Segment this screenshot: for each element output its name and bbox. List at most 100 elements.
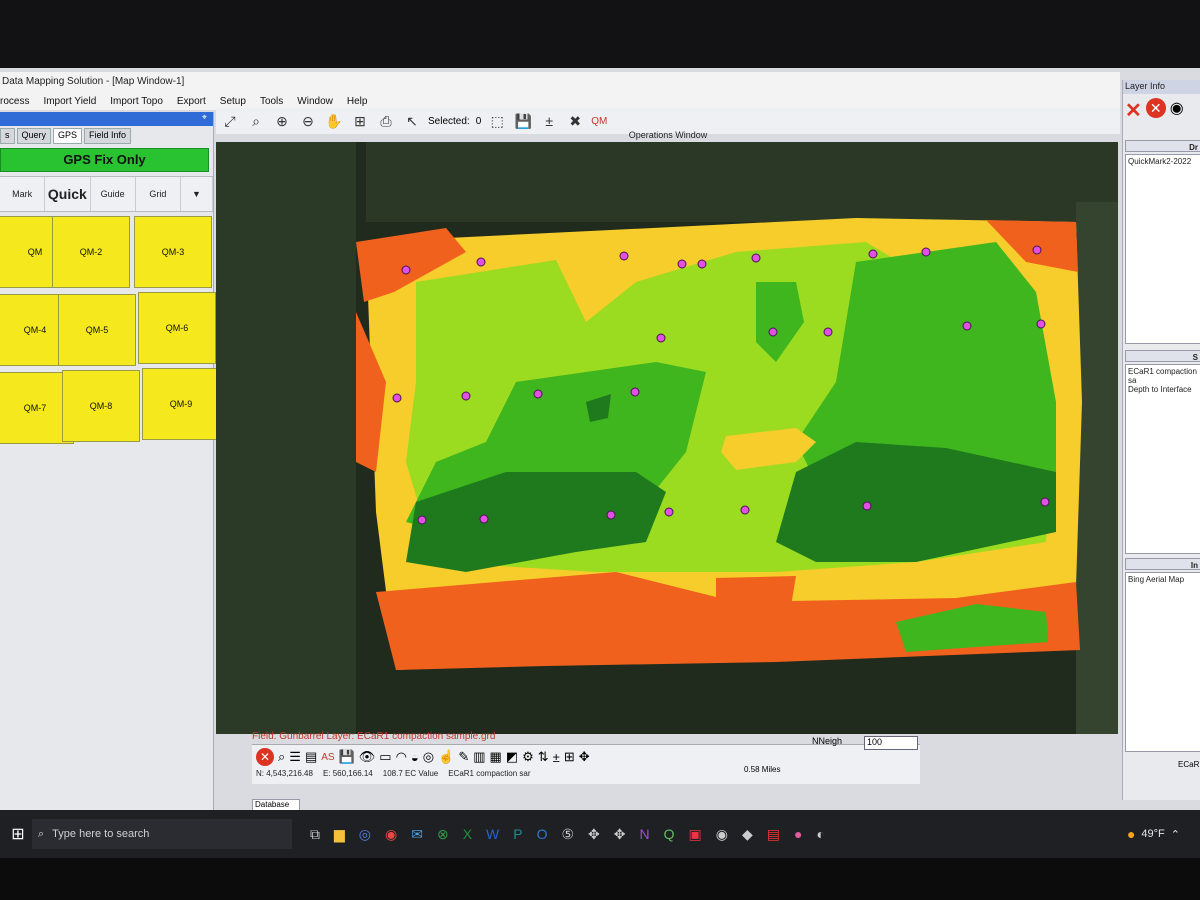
sample-point[interactable] bbox=[677, 259, 687, 269]
hand-tool-icon[interactable]: ☝ bbox=[438, 749, 454, 765]
windows-start-icon[interactable]: ⊞ bbox=[4, 820, 32, 848]
pdf-icon[interactable]: ▣ bbox=[689, 826, 702, 843]
menu-help[interactable]: Help bbox=[347, 96, 368, 107]
sample-point[interactable] bbox=[1040, 497, 1050, 507]
sample-point[interactable] bbox=[417, 515, 427, 525]
mode-dropdown-icon[interactable]: ▼ bbox=[181, 177, 213, 211]
pan-hand-icon[interactable]: ✋ bbox=[324, 111, 344, 131]
cancel-icon[interactable]: ✕ bbox=[256, 748, 274, 766]
qgis-icon[interactable]: Q bbox=[664, 826, 675, 842]
onenote-icon[interactable]: N bbox=[640, 826, 650, 842]
zoom-in-icon[interactable]: ⊕ bbox=[272, 111, 292, 131]
sample-point[interactable] bbox=[476, 257, 486, 267]
menu-process[interactable]: rocess bbox=[0, 96, 29, 107]
tab-s[interactable]: s bbox=[0, 128, 15, 144]
tray-expand-icon[interactable]: ⌃ bbox=[1171, 828, 1180, 841]
sample-point[interactable] bbox=[461, 391, 471, 401]
disk-icon[interactable]: ◐ bbox=[816, 826, 824, 842]
publisher-icon[interactable]: P bbox=[513, 826, 522, 842]
menu-window[interactable]: Window bbox=[297, 96, 333, 107]
sample-point[interactable] bbox=[1036, 319, 1046, 329]
calculator-icon[interactable]: ± bbox=[539, 111, 559, 131]
save-icon[interactable]: 💾 bbox=[513, 111, 533, 131]
neighbor-icon[interactable]: ✥ bbox=[579, 749, 590, 765]
quickmark-button[interactable]: QM-5 bbox=[58, 294, 136, 366]
camera-icon[interactable]: ◉ bbox=[716, 826, 728, 843]
sample-point[interactable] bbox=[533, 389, 543, 399]
menu-import-topo[interactable]: Import Topo bbox=[110, 96, 163, 107]
sample-point[interactable] bbox=[664, 507, 674, 517]
weather-icon[interactable]: ● bbox=[1127, 826, 1135, 842]
rainbow-icon[interactable]: ◠ bbox=[396, 749, 407, 765]
sample-point[interactable] bbox=[1032, 245, 1042, 255]
quickmark-button[interactable]: QM-8 bbox=[62, 370, 140, 442]
map-palette-icon[interactable]: ◩ bbox=[506, 749, 518, 765]
sample-point[interactable] bbox=[768, 327, 778, 337]
qm-calc-button[interactable]: QM bbox=[591, 116, 607, 127]
full-extent-icon[interactable]: ⤢ bbox=[220, 111, 240, 131]
mark-button[interactable]: Mark bbox=[0, 177, 46, 211]
delete-layer-icon[interactable]: ✕ bbox=[1145, 98, 1166, 118]
legend-icon[interactable]: ▭ bbox=[379, 749, 391, 765]
zoom-icon[interactable]: ⌕ bbox=[278, 749, 285, 765]
xbox-icon[interactable]: ⊗ bbox=[437, 826, 449, 843]
paint-icon[interactable]: ● bbox=[794, 826, 802, 842]
zoom-window-icon[interactable]: ⌕ bbox=[246, 111, 266, 131]
sample-point[interactable] bbox=[401, 265, 411, 275]
task-view-icon[interactable]: ⧉ bbox=[310, 826, 320, 843]
grid-button[interactable]: Grid bbox=[136, 177, 181, 211]
sample-point[interactable] bbox=[392, 393, 402, 403]
mapping-app-icon[interactable]: ✥ bbox=[614, 826, 626, 843]
sample-point[interactable] bbox=[656, 333, 666, 343]
mail-icon[interactable]: ✉ bbox=[411, 826, 423, 843]
selected-layer-item[interactable]: Depth to Interface bbox=[1128, 385, 1198, 394]
view-layer-icon[interactable]: ◉ bbox=[1170, 98, 1184, 120]
guide-button[interactable]: Guide bbox=[91, 177, 136, 211]
select-region-icon[interactable]: ⬚ bbox=[487, 111, 507, 131]
map-canvas[interactable] bbox=[216, 142, 1118, 734]
pin-icon[interactable]: ⌖ bbox=[0, 112, 213, 126]
app-icon[interactable]: ◆ bbox=[742, 826, 753, 843]
select-icon[interactable]: ↖ bbox=[402, 111, 422, 131]
quickmark-button[interactable]: QM-2 bbox=[52, 216, 130, 288]
arrows-icon[interactable]: ⇅ bbox=[538, 749, 549, 765]
sample-point[interactable] bbox=[823, 327, 833, 337]
outlook-icon[interactable]: O bbox=[537, 826, 548, 842]
tab-gps[interactable]: GPS bbox=[53, 128, 83, 144]
eye-icon[interactable]: 👁 bbox=[359, 749, 376, 765]
quick-button[interactable]: Quick bbox=[45, 177, 91, 211]
as-label-icon[interactable]: AS bbox=[321, 752, 334, 763]
tractor-icon[interactable]: ⚙ bbox=[522, 749, 534, 765]
sample-point[interactable] bbox=[479, 514, 489, 524]
sample-point[interactable] bbox=[868, 249, 878, 259]
gps-app-icon[interactable]: ✥ bbox=[588, 826, 600, 843]
tab-query[interactable]: Query bbox=[16, 128, 52, 144]
image-layer-item[interactable]: Bing Aerial Map bbox=[1128, 575, 1198, 584]
menu-setup[interactable]: Setup bbox=[220, 96, 246, 107]
chart-icon[interactable]: ▥ bbox=[473, 749, 485, 765]
table-icon[interactable]: ▦ bbox=[490, 749, 502, 765]
pen-icon[interactable]: ✎ bbox=[458, 749, 469, 765]
layer-item[interactable]: QuickMark2-2022 bbox=[1128, 157, 1198, 166]
sample-point[interactable] bbox=[606, 510, 616, 520]
file-explorer-icon[interactable]: ▆ bbox=[334, 826, 345, 843]
grid-icon[interactable]: ⊞ bbox=[564, 749, 575, 765]
sample-point[interactable] bbox=[619, 251, 629, 261]
chrome-icon[interactable]: ◉ bbox=[385, 826, 397, 843]
sample-point[interactable] bbox=[697, 259, 707, 269]
selected-layer-item[interactable]: ECaR1 compaction sa bbox=[1128, 367, 1198, 385]
quickmark-button[interactable]: QM-9 bbox=[142, 368, 220, 440]
zoom-out-icon[interactable]: ⊖ bbox=[298, 111, 318, 131]
pdf-reader-icon[interactable]: ▤ bbox=[767, 826, 780, 843]
app-icon[interactable]: ◎ bbox=[359, 826, 371, 843]
word-icon[interactable]: W bbox=[486, 826, 499, 842]
remove-layer-icon[interactable]: ✕ bbox=[1125, 98, 1142, 122]
menu-tools[interactable]: Tools bbox=[260, 96, 283, 107]
app-icon[interactable]: ⑤ bbox=[561, 826, 574, 843]
quickmark-button[interactable]: QM-6 bbox=[138, 292, 216, 364]
excel-icon[interactable]: X bbox=[463, 826, 472, 842]
sample-point[interactable] bbox=[740, 505, 750, 515]
sample-point[interactable] bbox=[921, 247, 931, 257]
color-ramp-icon[interactable]: ◒ bbox=[411, 750, 419, 765]
sample-point[interactable] bbox=[962, 321, 972, 331]
